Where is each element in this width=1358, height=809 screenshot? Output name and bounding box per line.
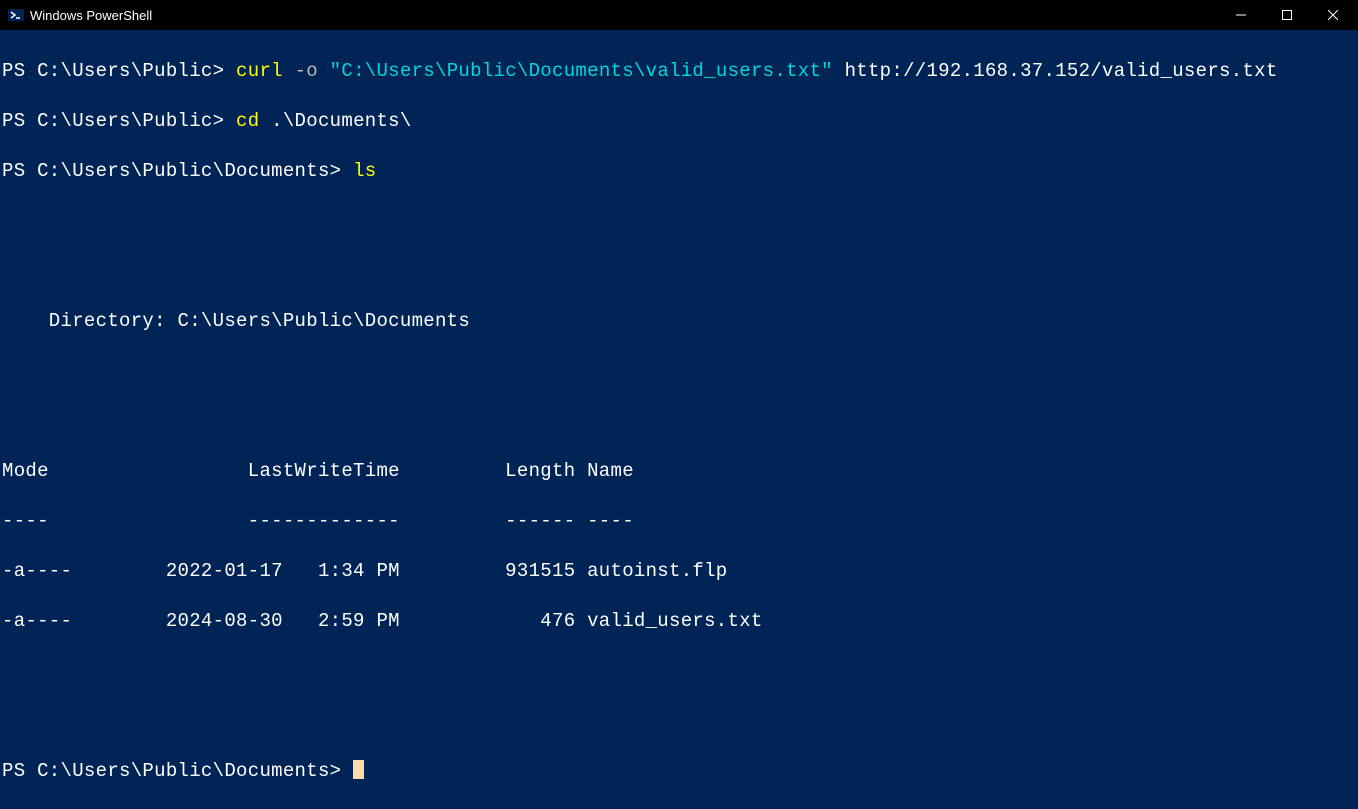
table-row: -a---- 2024-08-30 2:59 PM 476 valid_user… <box>2 609 1356 634</box>
directory-header: Directory: C:\Users\Public\Documents <box>2 309 1356 334</box>
ps-prompt: PS C:\Users\Public> <box>2 110 236 132</box>
terminal-line: PS C:\Users\Public\Documents> ls <box>2 159 1356 184</box>
window-title: Windows PowerShell <box>30 8 152 23</box>
blank-line <box>2 259 1356 284</box>
table-row: -a---- 2022-01-17 1:34 PM 931515 autoins… <box>2 559 1356 584</box>
powershell-icon <box>8 7 24 23</box>
ps-prompt: PS C:\Users\Public> <box>2 60 236 82</box>
blank-line <box>2 709 1356 734</box>
terminal-area[interactable]: PS C:\Users\Public> curl -o "C:\Users\Pu… <box>0 30 1358 809</box>
terminal-line: PS C:\Users\Public\Documents> <box>2 759 1356 784</box>
window-controls <box>1218 0 1356 30</box>
command-path: "C:\Users\Public\Documents\valid_users.t… <box>330 60 845 82</box>
command-arg: .\Documents\ <box>271 110 411 132</box>
blank-line <box>2 359 1356 384</box>
cursor <box>353 760 364 779</box>
title-left: Windows PowerShell <box>2 7 152 23</box>
close-button[interactable] <box>1310 0 1356 30</box>
maximize-button[interactable] <box>1264 0 1310 30</box>
minimize-button[interactable] <box>1218 0 1264 30</box>
table-header: Mode LastWriteTime Length Name <box>2 459 1356 484</box>
title-bar: Windows PowerShell <box>0 0 1358 30</box>
terminal-line: PS C:\Users\Public> curl -o "C:\Users\Pu… <box>2 59 1356 84</box>
terminal-line: PS C:\Users\Public> cd .\Documents\ <box>2 109 1356 134</box>
ps-prompt: PS C:\Users\Public\Documents> <box>2 160 353 182</box>
command-flag: -o <box>295 60 330 82</box>
command-url: http://192.168.37.152/valid_users.txt <box>845 60 1278 82</box>
table-header-sep: ---- ------------- ------ ---- <box>2 509 1356 534</box>
ps-prompt: PS C:\Users\Public\Documents> <box>2 760 353 782</box>
command-text: cd <box>236 110 271 132</box>
command-text: ls <box>353 160 376 182</box>
blank-line <box>2 659 1356 684</box>
command-text: curl <box>236 60 295 82</box>
blank-line <box>2 409 1356 434</box>
blank-line <box>2 209 1356 234</box>
